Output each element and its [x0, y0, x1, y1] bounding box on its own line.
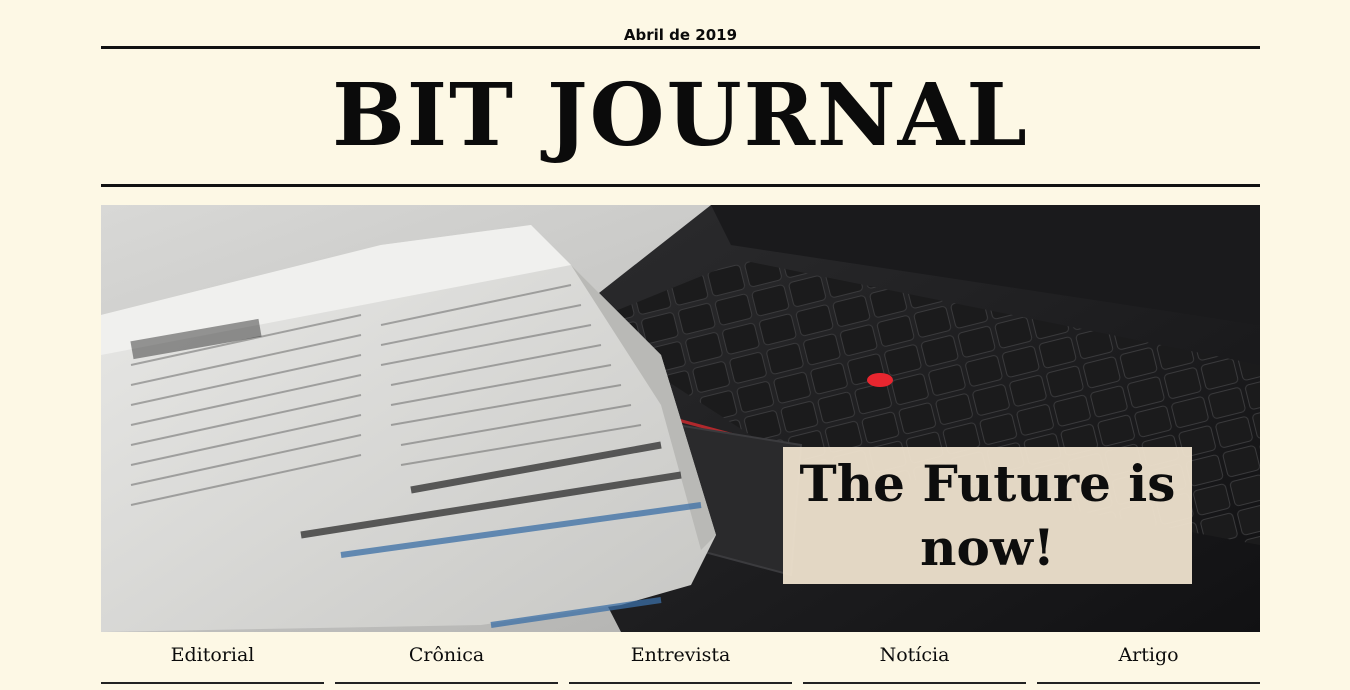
- issue-date: Abril de 2019: [623, 26, 738, 44]
- nav-item-artigo[interactable]: Artigo: [1037, 634, 1260, 684]
- section-nav: Editorial Crônica Entrevista Notícia Art…: [101, 634, 1260, 686]
- nav-item-cronica[interactable]: Crônica: [335, 634, 558, 684]
- nav-item-editorial[interactable]: Editorial: [101, 634, 324, 684]
- masthead-title: BIT JOURNAL: [332, 65, 1029, 166]
- nav-item-noticia[interactable]: Notícia: [803, 634, 1026, 684]
- hero-headline: The Future is now!: [783, 447, 1192, 584]
- nav-item-entrevista[interactable]: Entrevista: [569, 634, 792, 684]
- trackpoint-dot: [867, 373, 893, 387]
- top-rule: [101, 46, 1260, 49]
- hero-image: The Future is now!: [101, 205, 1260, 632]
- bottom-rule: [101, 184, 1260, 187]
